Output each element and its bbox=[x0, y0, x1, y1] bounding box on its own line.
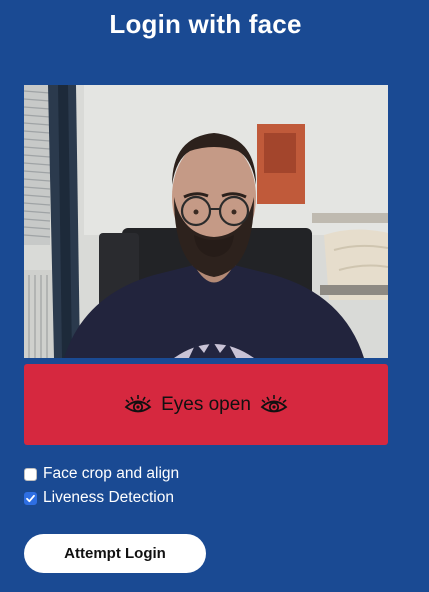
login-options: Face crop and align Liveness Detection bbox=[24, 464, 179, 512]
liveness-detection-checkbox[interactable] bbox=[24, 491, 37, 505]
attempt-login-button[interactable]: Attempt Login bbox=[24, 534, 206, 573]
webcam-feed bbox=[24, 85, 388, 358]
face-crop-checkbox[interactable] bbox=[24, 467, 37, 481]
checkmark-icon bbox=[26, 494, 35, 502]
webcam-image bbox=[24, 85, 388, 358]
face-crop-label: Face crop and align bbox=[43, 465, 180, 482]
liveness-detection-label: Liveness Detection bbox=[43, 489, 174, 506]
eye-icon bbox=[123, 394, 153, 416]
liveness-status-banner: Eyes open bbox=[24, 364, 388, 445]
face-crop-option[interactable]: Face crop and align bbox=[24, 464, 179, 484]
page-title: Login with face bbox=[109, 9, 302, 39]
liveness-detection-option[interactable]: Liveness Detection bbox=[24, 488, 179, 508]
eye-icon bbox=[259, 394, 289, 416]
status-label: Eyes open bbox=[161, 393, 251, 415]
